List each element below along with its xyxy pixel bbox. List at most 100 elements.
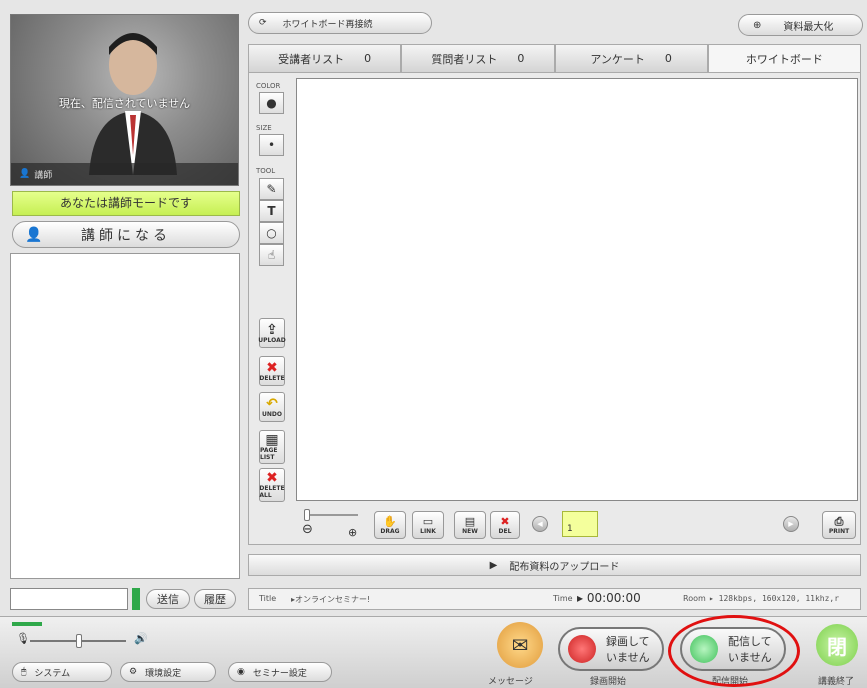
- zoom-icon: ⊕: [753, 19, 762, 31]
- new-label: NEW: [462, 527, 478, 535]
- system-label: システム: [34, 668, 71, 679]
- microphone-icon: 🎙: [16, 632, 30, 645]
- tab-label: 質問者リスト: [431, 52, 498, 66]
- tab-count: 0: [517, 52, 525, 65]
- page-list-label: PAGE LIST: [260, 447, 278, 461]
- reconnect-label: ホワイトボード再接続: [282, 19, 373, 30]
- chat-input[interactable]: [10, 588, 128, 610]
- color-picker[interactable]: ●: [259, 92, 284, 114]
- gear-icon: ⚙: [129, 667, 138, 677]
- message-caption: メッセージ: [488, 677, 533, 687]
- size-label: SIZE: [256, 124, 272, 132]
- zoom-slider-handle[interactable]: [304, 509, 310, 521]
- send-button[interactable]: 送信: [146, 589, 190, 609]
- tab-label: 受講者リスト: [278, 52, 345, 66]
- delete-all-icon: ✖: [266, 470, 278, 486]
- end-lecture-button[interactable]: 閉: [816, 624, 858, 666]
- highlight-annotation: [668, 615, 800, 687]
- whiteboard-canvas[interactable]: [296, 78, 858, 501]
- user-icon: 👤: [19, 169, 31, 179]
- zoom-out-icon[interactable]: ⊖: [302, 522, 313, 537]
- chat-indicator: [132, 588, 140, 610]
- zoom-slider[interactable]: [304, 514, 358, 516]
- tab-questioners[interactable]: 質問者リスト 0: [401, 44, 555, 72]
- link-button[interactable]: ▭ LINK: [412, 511, 444, 539]
- tab-survey[interactable]: アンケート 0: [554, 44, 708, 72]
- maximize-material-button[interactable]: ⊕ 資料最大化: [738, 14, 863, 36]
- maximize-label: 資料最大化: [783, 21, 834, 33]
- video-preview: 現在、配信されていません 👤 講師: [10, 14, 239, 186]
- delete-page-button[interactable]: ✖ DEL: [490, 511, 520, 539]
- room-value: ▸ 128kbps, 160x120, 11khz,r: [709, 594, 840, 603]
- drag-label: DRAG: [380, 527, 400, 535]
- mode-banner: あなたは講師モードです: [12, 191, 240, 216]
- shape-tool-icon[interactable]: ○: [259, 222, 284, 244]
- volume-slider-handle[interactable]: [76, 634, 82, 648]
- size-picker[interactable]: •: [259, 134, 284, 156]
- undo-button[interactable]: ↶ UNDO: [259, 392, 285, 422]
- delete-icon: ✖: [266, 359, 278, 376]
- print-button[interactable]: ⎙ PRINT: [822, 511, 856, 539]
- tab-bar: 受講者リスト 0 質問者リスト 0 アンケート 0 ホワイトボード: [248, 44, 861, 72]
- end-lecture-caption: 講義終了: [818, 677, 855, 687]
- become-instructor-button[interactable]: 👤 講師になる: [12, 221, 240, 248]
- mouse-icon: 🖱: [21, 667, 27, 677]
- message-button[interactable]: ✉: [497, 622, 543, 668]
- page-number[interactable]: 1: [562, 511, 598, 537]
- new-page-button[interactable]: ▤ NEW: [454, 511, 486, 539]
- text-tool-icon[interactable]: T: [259, 200, 284, 222]
- link-icon: ▭: [422, 514, 434, 528]
- record-caption: 録画開始: [590, 677, 627, 687]
- printer-icon: ⎙: [834, 514, 844, 528]
- delete-button[interactable]: ✖ DELETE: [259, 356, 285, 386]
- record-state-label: 録画して いません: [606, 635, 650, 664]
- tab-count: 0: [664, 52, 672, 65]
- print-label: PRINT: [828, 527, 850, 535]
- pointer-tool-icon[interactable]: ☝: [259, 244, 284, 266]
- upload-icon: ⇪: [266, 321, 278, 338]
- seminar-label: セミナー設定: [252, 668, 307, 679]
- next-page-icon[interactable]: ▶: [783, 516, 799, 532]
- tab-label: ホワイトボード: [745, 52, 823, 66]
- new-page-icon: ▤: [464, 514, 476, 528]
- tab-count: 0: [364, 52, 372, 65]
- page-list-button[interactable]: ▦ PAGE LIST: [259, 430, 285, 464]
- message-icon: ✉: [511, 633, 529, 657]
- session-info-bar: Title ▸オンラインセミナー! Time ▸ 00:00:00 Room ▸…: [248, 588, 861, 610]
- room-label: Room: [683, 594, 706, 603]
- video-caption-bar: 👤 講師: [11, 163, 238, 185]
- whiteboard-reconnect-button[interactable]: ⟳ ホワイトボード再接続: [248, 12, 432, 34]
- delete-label: DELETE: [259, 374, 285, 382]
- material-upload-bar[interactable]: ▶ 配布資料のアップロード: [248, 554, 861, 576]
- upload-button[interactable]: ⇪ UPLOAD: [258, 318, 286, 348]
- video-role-label: 講師: [34, 170, 53, 181]
- pencil-icon[interactable]: ✎: [259, 178, 284, 200]
- user-add-icon: 👤: [25, 226, 47, 243]
- color-label: COLOR: [256, 82, 281, 90]
- drag-button[interactable]: ✋ DRAG: [374, 511, 406, 539]
- history-button[interactable]: 履歴: [194, 589, 236, 609]
- environment-settings-button[interactable]: ⚙ 環境設定: [120, 662, 216, 682]
- upload-label: UPLOAD: [258, 336, 286, 344]
- undo-icon: ↶: [266, 395, 278, 412]
- delete-page-icon: ✖: [500, 514, 510, 528]
- settings-circle-icon: ◉: [237, 667, 245, 677]
- volume-level: [12, 622, 42, 626]
- delete-all-button[interactable]: ✖ DELETE ALL: [259, 468, 285, 502]
- tab-label: アンケート: [590, 52, 645, 66]
- seminar-settings-button[interactable]: ◉ セミナー設定: [228, 662, 332, 682]
- tab-students[interactable]: 受講者リスト 0: [248, 44, 402, 72]
- record-state-button[interactable]: 録画して いません: [558, 627, 664, 671]
- chat-log[interactable]: [10, 253, 240, 579]
- title-value: ▸オンラインセミナー!: [291, 595, 371, 604]
- tool-label: TOOL: [256, 167, 276, 175]
- prev-page-icon[interactable]: ◀: [532, 516, 548, 532]
- time-label: Time: [553, 594, 573, 603]
- hand-icon: ✋: [383, 514, 397, 528]
- tab-whiteboard[interactable]: ホワイトボード: [707, 44, 861, 72]
- video-status: 現在、配信されていません: [58, 97, 191, 110]
- system-button[interactable]: 🖱 システム: [12, 662, 112, 682]
- become-instructor-label: 講師になる: [81, 227, 171, 244]
- play-icon: ▶: [489, 559, 498, 571]
- zoom-in-icon[interactable]: ⊕: [348, 526, 357, 539]
